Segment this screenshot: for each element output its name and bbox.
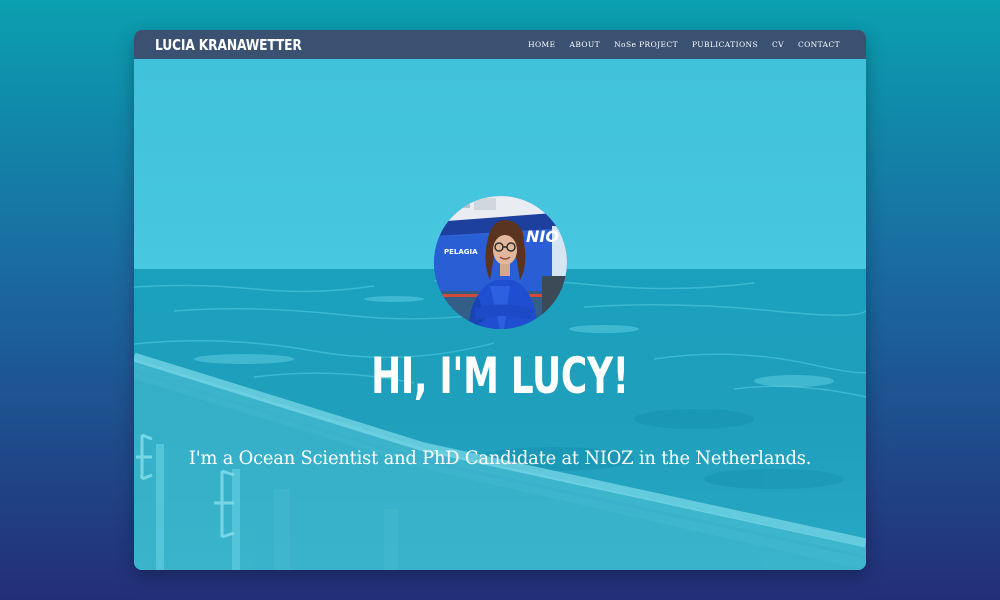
nav-link-nose-project[interactable]: NoSe PROJECT (614, 40, 678, 49)
ship-name-text: PELAGIA (444, 248, 478, 256)
nav-link-cv[interactable]: CV (772, 40, 784, 49)
profile-photo-image: PELAGIA NIO (434, 196, 567, 329)
site-navbar: LUCIA KRANAWETTER HOME ABOUT NoSe PROJEC… (134, 30, 866, 59)
site-brand-link[interactable]: LUCIA KRANAWETTER (155, 36, 302, 54)
hero-tagline-text: I'm a Ocean Scientist and PhD Candidate … (188, 447, 812, 469)
nav-link-publications[interactable]: PUBLICATIONS (692, 40, 758, 49)
profile-photo: PELAGIA NIO (434, 196, 567, 329)
hero-headline: HI, I'M LUCY! (134, 343, 866, 409)
hero-tagline: I'm a Ocean Scientist and PhD Candidate … (134, 445, 866, 471)
hero-section: PELAGIA NIO HI, I'M LUCY! I'm a Ocean Sc… (134, 59, 866, 570)
nav-link-contact[interactable]: CONTACT (798, 40, 840, 49)
nav-menu: HOME ABOUT NoSe PROJECT PUBLICATIONS CV … (528, 40, 840, 49)
hero-headline-text: HI, I'M LUCY! (371, 347, 629, 405)
nav-link-about[interactable]: ABOUT (570, 40, 601, 49)
nav-link-home[interactable]: HOME (528, 40, 555, 49)
browser-window: LUCIA KRANAWETTER HOME ABOUT NoSe PROJEC… (134, 30, 866, 570)
ship-hull-text: NIO (526, 227, 559, 246)
